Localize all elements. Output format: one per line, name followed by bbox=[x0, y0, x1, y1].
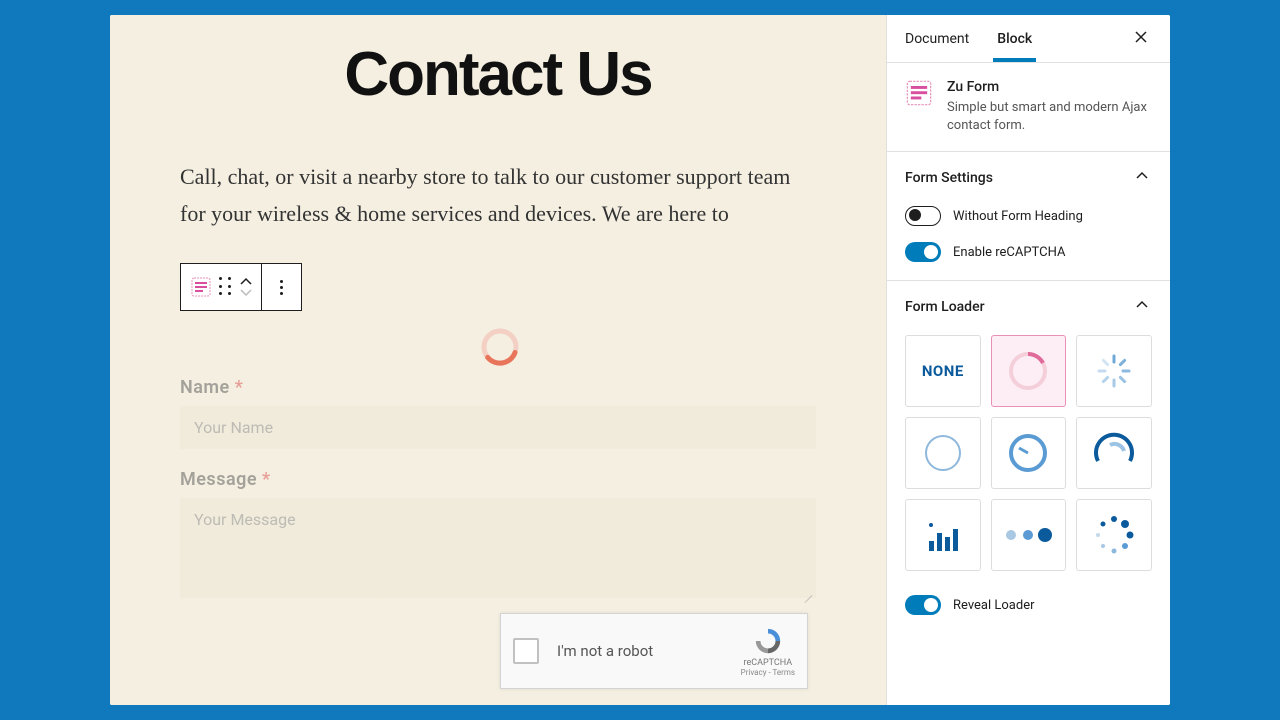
settings-sidebar: Document Block Zu Form Simple but smart … bbox=[886, 15, 1170, 705]
loader-arc-icon bbox=[1092, 431, 1136, 475]
contact-form: Name * Message * bbox=[180, 377, 816, 602]
loader-dotcircle-icon bbox=[1092, 513, 1136, 557]
without-heading-toggle[interactable] bbox=[905, 206, 941, 226]
enable-recaptcha-toggle[interactable] bbox=[905, 242, 941, 262]
drag-handle-icon[interactable] bbox=[219, 277, 233, 297]
loader-option-spinner[interactable] bbox=[1076, 335, 1152, 407]
loader-option-ring[interactable] bbox=[991, 335, 1067, 407]
loader-clock-icon bbox=[1006, 431, 1050, 475]
block-description: Simple but smart and modern Ajax contact… bbox=[947, 99, 1152, 135]
loader-option-clock[interactable] bbox=[991, 417, 1067, 489]
resize-handle-icon[interactable] bbox=[802, 588, 812, 598]
chevron-up-icon[interactable] bbox=[239, 277, 253, 286]
close-icon bbox=[1134, 30, 1148, 44]
loader-option-arc[interactable] bbox=[1076, 417, 1152, 489]
intro-paragraph[interactable]: Call, chat, or visit a nearby store to t… bbox=[180, 158, 816, 233]
loader-preview-icon bbox=[480, 327, 520, 367]
block-header: Zu Form Simple but smart and modern Ajax… bbox=[887, 63, 1170, 152]
page-title[interactable]: Contact Us bbox=[110, 39, 886, 110]
chevron-up-icon bbox=[1132, 166, 1152, 190]
recaptcha-checkbox[interactable] bbox=[513, 638, 539, 664]
zu-form-icon bbox=[189, 275, 213, 299]
block-title: Zu Form bbox=[947, 79, 1152, 95]
sidebar-tabs: Document Block bbox=[887, 15, 1170, 63]
form-settings-toggle[interactable]: Form Settings bbox=[905, 166, 1152, 190]
loader-option-bars[interactable] bbox=[905, 499, 981, 571]
block-toolbar bbox=[180, 263, 302, 311]
chevron-up-icon bbox=[1132, 295, 1152, 319]
message-label: Message * bbox=[180, 469, 816, 490]
loader-ring-icon bbox=[1006, 349, 1050, 393]
loader-bars-icon bbox=[921, 513, 965, 557]
enable-recaptcha-row: Enable reCAPTCHA bbox=[905, 242, 1152, 262]
chevron-down-icon[interactable] bbox=[239, 288, 253, 297]
reveal-loader-toggle[interactable] bbox=[905, 595, 941, 615]
editor-canvas: Contact Us Call, chat, or visit a nearby… bbox=[110, 15, 886, 705]
message-textarea[interactable] bbox=[180, 498, 816, 598]
form-settings-panel: Form Settings Without Form Heading Enabl… bbox=[887, 152, 1170, 281]
loader-option-dots[interactable] bbox=[991, 499, 1067, 571]
loader-circle-icon bbox=[921, 431, 965, 475]
form-loader-panel: Form Loader NONE bbox=[887, 281, 1170, 633]
recaptcha-label: I'm not a robot bbox=[557, 642, 653, 660]
reveal-loader-row: Reveal Loader bbox=[905, 595, 1152, 615]
tab-block[interactable]: Block bbox=[997, 17, 1032, 61]
name-label: Name * bbox=[180, 377, 816, 398]
loader-option-dotcircle[interactable] bbox=[1076, 499, 1152, 571]
zu-form-icon bbox=[905, 79, 933, 107]
close-sidebar-button[interactable] bbox=[1130, 24, 1152, 53]
loader-option-circle[interactable] bbox=[905, 417, 981, 489]
more-options-button[interactable] bbox=[262, 264, 301, 310]
loader-options-grid: NONE bbox=[905, 335, 1152, 571]
more-vertical-icon bbox=[270, 280, 293, 295]
recaptcha-logo: reCAPTCHA Privacy - Terms bbox=[741, 626, 795, 677]
loader-dots-icon bbox=[1001, 525, 1055, 545]
form-loader-toggle[interactable]: Form Loader bbox=[905, 295, 1152, 319]
recaptcha-widget: I'm not a robot reCAPTCHA Privacy - Term… bbox=[500, 613, 808, 689]
name-input[interactable] bbox=[180, 406, 816, 449]
block-type-button[interactable] bbox=[181, 264, 262, 310]
loader-spinner-icon bbox=[1096, 353, 1132, 389]
tab-document[interactable]: Document bbox=[905, 17, 969, 61]
without-heading-row: Without Form Heading bbox=[905, 206, 1152, 226]
move-arrows[interactable] bbox=[239, 277, 253, 297]
loader-option-none[interactable]: NONE bbox=[905, 335, 981, 407]
